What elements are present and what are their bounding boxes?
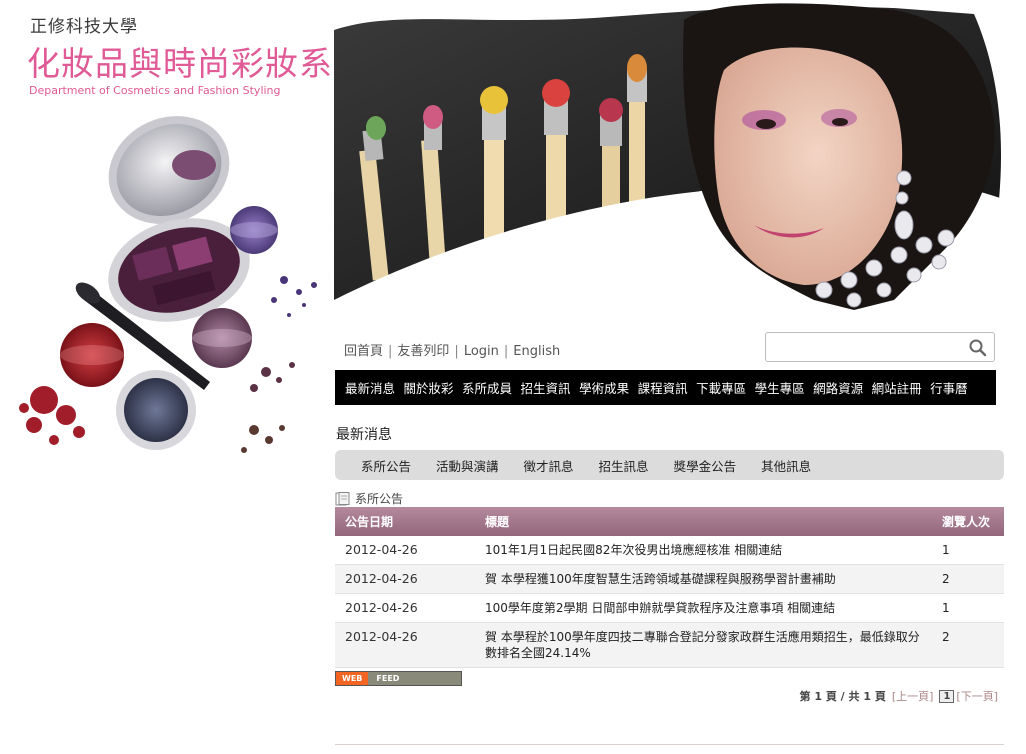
search-box [765,332,995,362]
table-row: 2012-04-26 100學年度第2學期 日間部申辦就學貸款程序及注意事項 相… [335,593,1004,623]
section-title: 最新消息 [336,427,392,443]
department-title-en: Department of Cosmetics and Fashion Styl… [29,84,281,97]
row-date: 2012-04-26 [335,564,475,594]
separator: | [454,344,459,359]
nav-item-students[interactable]: 學生專區 [755,378,805,397]
table-caption: 系所公告 [335,490,403,507]
nav-item-admissions[interactable]: 招生資訊 [521,378,571,397]
tab-other-news[interactable]: 其他訊息 [761,456,811,475]
column-header-date: 公告日期 [335,507,475,536]
nav-item-resources[interactable]: 網路資源 [813,378,863,397]
search-icon[interactable] [968,338,988,358]
column-header-views: 瀏覽人次 [932,507,1004,536]
current-page[interactable]: 1 [939,689,955,703]
column-header-title: 標題 [475,507,932,536]
table-row: 2012-04-26 賀 本學程獲100年度智慧生活跨領域基礎課程與服務學習計畫… [335,564,1004,594]
nav-item-about[interactable]: 關於妝彩 [404,378,454,397]
tab-scholarships[interactable]: 獎學金公告 [674,456,737,475]
tab-job-openings[interactable]: 徵才訊息 [524,456,574,475]
separator: | [388,344,393,359]
english-link[interactable]: English [513,344,560,359]
print-link[interactable]: 友善列印 [397,344,449,359]
page-summary: 第 1 頁 / 共 1 頁 [799,690,886,703]
table-row: 2012-04-26 賀 本學程於100學年度四技二專聯合登記分發家政群生活應用… [335,622,1004,668]
cosmetics-illustration [19,116,317,453]
main-nav: 最新消息 關於妝彩 系所成員 招生資訊 學術成果 課程資訊 下載專區 學生專區 … [335,370,996,405]
row-views: 2 [932,564,1004,594]
divider [335,744,1004,745]
table-row: 2012-04-26 101年1月1日起民國82年次役男出境應經核准 相關連結 … [335,536,1004,565]
left-banner: 正修科技大學 化妝品與時尚彩妝系 Department of Cosmetics… [4,0,334,475]
home-link[interactable]: 回首頁 [344,344,383,359]
department-title-zh: 化妝品與時尚彩妝系 [27,44,333,83]
row-date: 2012-04-26 [335,622,475,668]
feed-badge-web: WEB [336,672,369,685]
row-views: 1 [932,593,1004,623]
school-name: 正修科技大學 [30,17,138,37]
feed-badge-feed: FEED [368,672,461,685]
nav-item-members[interactable]: 系所成員 [462,378,512,397]
login-link[interactable]: Login [464,344,499,359]
nav-item-academic[interactable]: 學術成果 [579,378,629,397]
row-views: 2 [932,622,1004,668]
web-feed-badge[interactable]: WEB FEED [335,671,462,686]
news-category-tabs: 系所公告 活動與演講 徵才訊息 招生訊息 獎學金公告 其他訊息 [335,450,1004,480]
nav-item-calendar[interactable]: 行事曆 [930,378,968,397]
row-date: 2012-04-26 [335,593,475,623]
search-input[interactable] [772,333,962,361]
pagination: 第 1 頁 / 共 1 頁 [上一頁] 1 [下一頁] [800,688,998,704]
row-title-link[interactable]: 101年1月1日起民國82年次役男出境應經核准 相關連結 [485,543,782,557]
nav-item-courses[interactable]: 課程資訊 [638,378,688,397]
hero-banner-image [334,0,1006,330]
row-title-link[interactable]: 100學年度第2學期 日間部申辦就學貸款程序及注意事項 相關連結 [485,601,835,615]
row-views: 1 [932,536,1004,565]
row-date: 2012-04-26 [335,536,475,565]
nav-item-latest-news[interactable]: 最新消息 [345,378,395,397]
tab-department-announcements[interactable]: 系所公告 [361,456,411,475]
news-table: 公告日期 標題 瀏覽人次 2012-04-26 101年1月1日起民國82年次役… [335,507,1004,668]
next-page-link[interactable]: [下一頁] [956,688,998,704]
table-header-row: 公告日期 標題 瀏覽人次 [335,507,1004,536]
table-caption-label: 系所公告 [355,492,404,506]
separator: | [503,344,509,359]
prev-page-link[interactable]: [上一頁] [892,688,934,704]
nav-item-register[interactable]: 網站註冊 [872,378,922,397]
document-icon [335,491,350,505]
nav-item-downloads[interactable]: 下載專區 [696,378,746,397]
top-links: 回首頁 | 友善列印 | Login | English [344,340,560,359]
tab-events-lectures[interactable]: 活動與演講 [436,456,499,475]
tab-admission-news[interactable]: 招生訊息 [599,456,649,475]
row-title-link[interactable]: 賀 本學程於100學年度四技二專聯合登記分發家政群生活應用類招生，最低錄取分數排… [485,630,920,660]
row-title-link[interactable]: 賀 本學程獲100年度智慧生活跨領域基礎課程與服務學習計畫補助 [485,572,836,586]
